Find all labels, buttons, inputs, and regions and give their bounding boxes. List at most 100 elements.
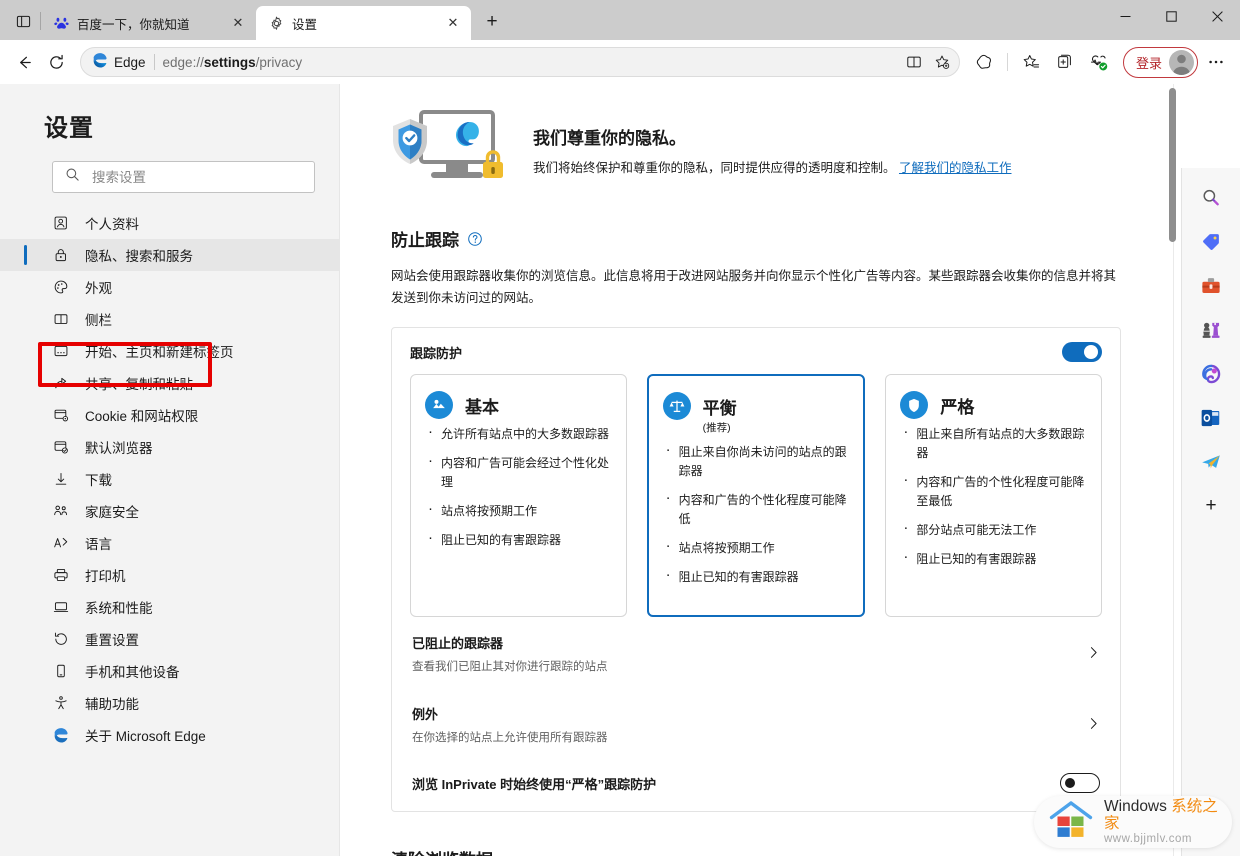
default-browser-icon: [52, 439, 69, 456]
sign-in-label: 登录: [1135, 55, 1162, 71]
browser-essentials-icon[interactable]: [1083, 46, 1115, 78]
sidebar-item-system-performance[interactable]: 系统和性能: [0, 591, 339, 623]
refresh-button-icon[interactable]: [40, 46, 72, 78]
clear-browsing-data-title: 清除浏览数据: [391, 846, 1121, 856]
toolbar-divider: [1006, 53, 1008, 71]
tools-briefcase-icon[interactable]: [1193, 268, 1229, 304]
sidebar-item-printers[interactable]: 打印机: [0, 559, 339, 591]
sidebar-item-label: 侧栏: [85, 313, 112, 328]
tracking-prevention-toggle[interactable]: [1062, 342, 1102, 362]
bullet: 内容和广告的个性化程度可能降至最低: [900, 470, 1087, 511]
games-chess-icon[interactable]: [1193, 312, 1229, 348]
sidebar-item-privacy[interactable]: 隐私、搜索和服务: [0, 239, 339, 271]
edge-icon: [91, 52, 108, 72]
exceptions-text: 例外 在你选择的站点上允许使用所有跟踪器: [412, 704, 608, 745]
sidebar-item-sidebar[interactable]: 侧栏: [0, 303, 339, 335]
sidebar-item-label: 关于 Microsoft Edge: [85, 729, 206, 744]
sidebar-item-label: 隐私、搜索和服务: [85, 249, 193, 264]
edge-sidebar: +: [1181, 168, 1240, 856]
sidebar-item-start-home-newtabs[interactable]: 开始、主页和新建标签页: [0, 335, 339, 367]
sidebar-item-appearance[interactable]: 外观: [0, 271, 339, 303]
sidebar-item-label: 共享、复制和粘贴: [85, 377, 193, 392]
bullet: 阻止已知的有害跟踪器: [663, 565, 850, 587]
profile-icon: [52, 215, 69, 232]
bullet: 阻止已知的有害跟踪器: [425, 528, 612, 550]
row-title: 例外: [412, 707, 439, 722]
close-tab-icon[interactable]: ✕: [443, 13, 463, 33]
sidebar-item-default-browser[interactable]: 默认浏览器: [0, 431, 339, 463]
inprivate-strict-toggle[interactable]: [1060, 773, 1100, 793]
sidebar-item-label: 语言: [85, 537, 112, 552]
sidebar-item-family-safety[interactable]: 家庭安全: [0, 495, 339, 527]
close-window-button[interactable]: [1194, 0, 1240, 32]
discover-search-icon[interactable]: [1193, 180, 1229, 216]
chevron-right-icon: [1087, 717, 1100, 733]
search-settings-box[interactable]: [52, 161, 315, 193]
sidebar-item-accessibility[interactable]: 辅助功能: [0, 687, 339, 719]
tracking-level-cards: 基本 允许所有站点中的大多数跟踪器 内容和广告可能会经过个性化处理 站点将按预期…: [410, 374, 1103, 617]
search-settings-wrap: [0, 161, 339, 193]
sidebar-item-languages[interactable]: 语言: [0, 527, 339, 559]
gear-icon: [268, 15, 284, 31]
blocked-trackers-text: 已阻止的跟踪器 查看我们已阻止其对你进行跟踪的站点: [412, 633, 608, 674]
main-scrollbar[interactable]: [1167, 84, 1181, 856]
copilot-icon[interactable]: [968, 46, 1000, 78]
new-tab-button[interactable]: +: [477, 7, 507, 37]
privacy-hero: 我们尊重你的隐私。 我们将始终保护和尊重你的隐私，同时提供应得的透明度和控制。 …: [391, 108, 1121, 192]
browser-toolbar: Edge edge://settings/privacy 登录: [0, 40, 1240, 84]
tracking-card-bullets: 阻止来自你尚未访问的站点的跟踪器 内容和广告的个性化程度可能降低 站点将按预期工…: [663, 440, 850, 587]
sidebar-item-cookies-permissions[interactable]: Cookie 和网站权限: [0, 399, 339, 431]
exceptions-row[interactable]: 例外 在你选择的站点上允许使用所有跟踪器: [410, 688, 1102, 759]
basic-tracking-icon: [425, 391, 453, 419]
blocked-trackers-row[interactable]: 已阻止的跟踪器 查看我们已阻止其对你进行跟踪的站点: [410, 617, 1102, 688]
sidebar-item-label: 下载: [85, 473, 112, 488]
privacy-learn-more-link[interactable]: 了解我们的隐私工作: [899, 161, 1012, 175]
minimize-button[interactable]: [1102, 0, 1148, 32]
tracking-card-basic[interactable]: 基本 允许所有站点中的大多数跟踪器 内容和广告可能会经过个性化处理 站点将按预期…: [410, 374, 627, 617]
tracking-card-subtitle: (推荐): [702, 422, 731, 434]
split-screen-icon[interactable]: [901, 49, 927, 75]
page-content: 设置 个人资料: [0, 84, 1240, 856]
close-tab-icon[interactable]: ✕: [228, 13, 248, 33]
cookie-icon: [52, 407, 69, 424]
tracking-card-strict[interactable]: 严格 阻止来自所有站点的大多数跟踪器 内容和广告的个性化程度可能降至最低 部分站…: [885, 374, 1103, 617]
toolbar-right-actions: 登录: [968, 46, 1232, 78]
add-favorite-icon[interactable]: [929, 49, 955, 75]
page-title: 设置: [44, 115, 94, 142]
sidebar-item-label: Cookie 和网站权限: [85, 409, 199, 424]
sidebar-item-profiles[interactable]: 个人资料: [0, 207, 339, 239]
sign-in-button[interactable]: 登录: [1122, 46, 1198, 78]
favorites-icon[interactable]: [1015, 46, 1047, 78]
sidebar-item-downloads[interactable]: 下载: [0, 463, 339, 495]
tracking-card-bullets: 阻止来自所有站点的大多数跟踪器 内容和广告的个性化程度可能降至最低 部分站点可能…: [900, 422, 1087, 569]
add-sidebar-app-button[interactable]: +: [1193, 488, 1229, 524]
maximize-button[interactable]: [1148, 0, 1194, 32]
tab-actions-menu-icon[interactable]: [8, 6, 38, 36]
scrollbar-thumb[interactable]: [1169, 88, 1176, 242]
settings-and-more-icon[interactable]: [1200, 46, 1232, 78]
browser-tab-baidu[interactable]: 百度一下，你就知道 ✕: [41, 6, 256, 40]
watermark-text: Windows 系统之家 www.bjjmlv.com: [1104, 798, 1232, 847]
sidebar-item-about-edge[interactable]: 关于 Microsoft Edge: [0, 719, 339, 751]
sidebar-item-share-copy-paste[interactable]: 共享、复制和粘贴: [0, 367, 339, 399]
address-bar[interactable]: Edge edge://settings/privacy: [80, 47, 960, 77]
back-button-icon[interactable]: [8, 46, 40, 78]
windows-house-icon: [1048, 800, 1094, 845]
browser-tab-settings[interactable]: 设置 ✕: [256, 6, 471, 40]
help-circle-icon[interactable]: [467, 231, 483, 247]
sidebar-item-reset-settings[interactable]: 重置设置: [0, 623, 339, 655]
phone-icon: [52, 663, 69, 680]
address-bar-url: edge://settings/privacy: [162, 54, 303, 70]
telegram-send-icon[interactable]: [1193, 444, 1229, 480]
collections-icon[interactable]: [1049, 46, 1081, 78]
search-input[interactable]: [92, 169, 302, 185]
shopping-tag-icon[interactable]: [1193, 224, 1229, 260]
outlook-icon[interactable]: [1193, 400, 1229, 436]
sidebar-item-phone-other-devices[interactable]: 手机和其他设备: [0, 655, 339, 687]
printer-icon: [52, 567, 69, 584]
prevent-tracking-header: 防止跟踪: [391, 226, 1121, 251]
omnibox-actions: [901, 49, 955, 75]
microsoft365-icon[interactable]: [1193, 356, 1229, 392]
tracking-card-balanced[interactable]: 平衡 (推荐) 阻止来自你尚未访问的站点的跟踪器 内容和广告的个性化程度可能降低…: [646, 374, 866, 617]
prevent-tracking-title: 防止跟踪: [391, 231, 459, 250]
